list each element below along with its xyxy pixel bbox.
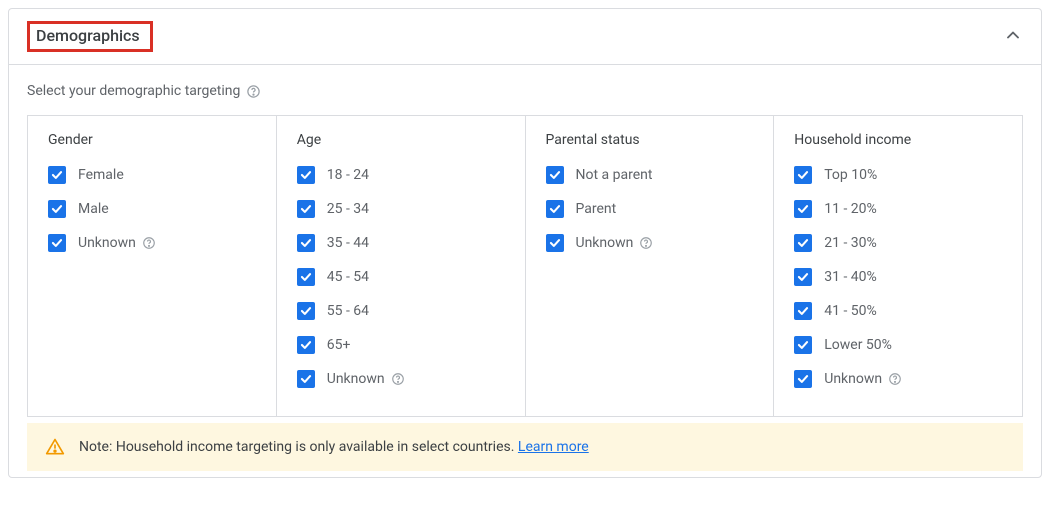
checkbox[interactable] [794,268,812,286]
option-row: 55 - 64 [297,302,505,320]
option-row: 25 - 34 [297,200,505,218]
chevron-up-icon [1003,25,1023,45]
option-label: Male [78,201,109,217]
option-label: Not a parent [576,167,653,183]
option-label: Top 10% [824,167,877,183]
checkbox[interactable] [48,166,66,184]
checkbox[interactable] [297,200,315,218]
note-bar: Note: Household income targeting is only… [27,423,1023,471]
section-title-highlight: Demographics [27,21,153,52]
checkbox[interactable] [794,234,812,252]
column-age: Age 18 - 24 25 - 34 35 - 44 45 - 54 55 - 64 65… [277,116,526,416]
column-parental-status: Parental status Not a parent Parent Unknown [526,116,775,416]
checkbox[interactable] [546,200,564,218]
option-row: 65+ [297,336,505,354]
help-circle-icon [639,236,653,250]
checkbox[interactable] [297,234,315,252]
option-row: Unknown [297,370,505,388]
subtitle-row: Select your demographic targeting [27,83,1023,99]
checkbox[interactable] [297,370,315,388]
option-row: 21 - 30% [794,234,1002,252]
option-label: Lower 50% [824,337,892,353]
option-row: Female [48,166,256,184]
option-row: Male [48,200,256,218]
help-circle-icon [246,84,261,99]
option-row: Unknown [546,234,754,252]
checkbox[interactable] [546,234,564,252]
option-row: 18 - 24 [297,166,505,184]
help-circle-icon [142,236,156,250]
option-row: Unknown [48,234,256,252]
option-row: 31 - 40% [794,268,1002,286]
option-help-icon[interactable] [391,372,405,386]
column-household-income: Household income Top 10% 11 - 20% 21 - 30% 3… [774,116,1022,416]
checkbox[interactable] [297,268,315,286]
option-label: Female [78,167,124,183]
option-label: Unknown [78,235,156,251]
option-label: 65+ [327,337,351,353]
option-label: 45 - 54 [327,269,369,285]
checkbox[interactable] [794,166,812,184]
option-help-icon[interactable] [639,236,653,250]
checkbox[interactable] [297,302,315,320]
option-label: 35 - 44 [327,235,369,251]
demographics-panel: Demographics Select your demographic tar… [8,8,1042,478]
help-circle-icon [391,372,405,386]
subtitle-help-icon[interactable] [246,84,261,99]
option-label: 25 - 34 [327,201,369,217]
checkbox[interactable] [794,370,812,388]
subtitle-text: Select your demographic targeting [27,83,240,99]
checkbox[interactable] [297,166,315,184]
column-gender: Gender Female Male Unknown [28,116,277,416]
option-row: Unknown [794,370,1002,388]
checkbox[interactable] [546,166,564,184]
option-label: 41 - 50% [824,303,877,319]
collapse-toggle[interactable] [1003,25,1023,49]
option-row: Not a parent [546,166,754,184]
option-help-icon[interactable] [142,236,156,250]
column-title-parental-status: Parental status [546,132,754,148]
panel-header: Demographics [9,9,1041,65]
option-row: 41 - 50% [794,302,1002,320]
column-title-household-income: Household income [794,132,1002,148]
learn-more-link[interactable]: Learn more [518,439,589,455]
option-label: 21 - 30% [824,235,877,251]
checkbox[interactable] [794,336,812,354]
option-label: 31 - 40% [824,269,877,285]
option-label: 55 - 64 [327,303,369,319]
option-label: Unknown [824,371,902,387]
option-row: 11 - 20% [794,200,1002,218]
checkbox[interactable] [794,302,812,320]
checkbox[interactable] [297,336,315,354]
demographic-columns: Gender Female Male Unknown Age 18 - 24 25 - 3… [27,115,1023,417]
checkbox[interactable] [48,200,66,218]
option-label: 11 - 20% [824,201,877,217]
column-title-age: Age [297,132,505,148]
checkbox[interactable] [48,234,66,252]
note-message: Note: Household income targeting is only… [79,439,514,455]
warning-icon [45,437,65,457]
option-row: Top 10% [794,166,1002,184]
section-title: Demographics [36,26,140,45]
option-row: 45 - 54 [297,268,505,286]
option-label: Parent [576,201,617,217]
help-circle-icon [888,372,902,386]
panel-body: Select your demographic targeting Gender… [9,65,1041,477]
option-row: 35 - 44 [297,234,505,252]
option-row: Lower 50% [794,336,1002,354]
option-label: Unknown [327,371,405,387]
note-text: Note: Household income targeting is only… [79,439,589,455]
option-help-icon[interactable] [888,372,902,386]
checkbox[interactable] [794,200,812,218]
column-title-gender: Gender [48,132,256,148]
option-label: 18 - 24 [327,167,369,183]
option-row: Parent [546,200,754,218]
option-label: Unknown [576,235,654,251]
